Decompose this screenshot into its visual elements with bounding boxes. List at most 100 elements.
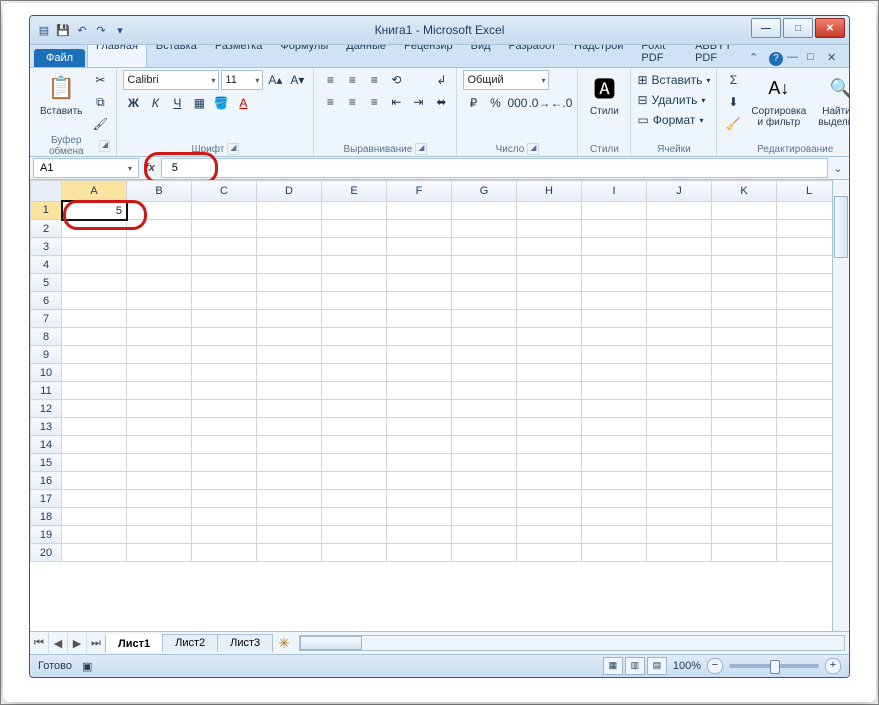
cell[interactable] xyxy=(647,400,712,418)
cell[interactable] xyxy=(582,346,647,364)
col-header[interactable]: E xyxy=(322,181,387,202)
cell[interactable] xyxy=(322,526,387,544)
cell[interactable] xyxy=(257,472,322,490)
cell[interactable] xyxy=(647,454,712,472)
cell[interactable] xyxy=(387,201,452,220)
cell[interactable] xyxy=(452,328,517,346)
cell[interactable] xyxy=(62,310,127,328)
cell[interactable] xyxy=(257,238,322,256)
worksheet-grid[interactable]: ABCDEFGHIJKL1523456789101112131415161718… xyxy=(30,180,832,631)
find-select-button[interactable]: 🔍 Найти и выделить xyxy=(814,70,850,130)
cell[interactable] xyxy=(387,292,452,310)
cell[interactable] xyxy=(452,346,517,364)
row-header[interactable]: 6 xyxy=(31,292,62,310)
col-header[interactable]: J xyxy=(647,181,712,202)
cell[interactable] xyxy=(387,256,452,274)
sheet-nav-1[interactable]: ◀ xyxy=(49,633,68,653)
cell[interactable] xyxy=(712,346,777,364)
cell[interactable] xyxy=(192,382,257,400)
cell[interactable] xyxy=(712,201,777,220)
cell[interactable] xyxy=(322,238,387,256)
cell[interactable] xyxy=(647,274,712,292)
copy-button[interactable]: ⧉ xyxy=(90,92,110,112)
cell[interactable] xyxy=(127,508,192,526)
styles-button[interactable]: 🅰 Стили xyxy=(584,70,624,119)
cell[interactable] xyxy=(777,364,833,382)
cell[interactable] xyxy=(582,274,647,292)
cell[interactable] xyxy=(257,292,322,310)
cell[interactable] xyxy=(127,526,192,544)
align-right-button[interactable]: ≡ xyxy=(364,92,384,112)
cell[interactable] xyxy=(62,238,127,256)
clear-button[interactable]: 🧹 xyxy=(723,114,743,134)
cell[interactable] xyxy=(517,490,582,508)
cell[interactable] xyxy=(127,256,192,274)
cell[interactable] xyxy=(452,382,517,400)
horizontal-scrollbar[interactable] xyxy=(299,635,845,651)
row-header[interactable]: 2 xyxy=(31,220,62,238)
row-header[interactable]: 14 xyxy=(31,436,62,454)
cell[interactable] xyxy=(777,418,833,436)
cell[interactable] xyxy=(322,364,387,382)
align-middle-button[interactable]: ≡ xyxy=(342,70,362,90)
cell[interactable] xyxy=(257,364,322,382)
cell[interactable] xyxy=(517,201,582,220)
cell[interactable] xyxy=(192,508,257,526)
cell[interactable] xyxy=(62,526,127,544)
cell[interactable] xyxy=(192,454,257,472)
sort-filter-button[interactable]: A↓ Сортировка и фильтр xyxy=(747,70,810,130)
number-launcher[interactable]: ◢ xyxy=(527,143,539,155)
cell[interactable] xyxy=(517,418,582,436)
cell[interactable] xyxy=(322,328,387,346)
row-header[interactable]: 7 xyxy=(31,310,62,328)
zoom-level[interactable]: 100% xyxy=(673,660,701,672)
cell[interactable] xyxy=(777,472,833,490)
cell[interactable] xyxy=(517,274,582,292)
cell[interactable] xyxy=(127,418,192,436)
cell[interactable] xyxy=(322,346,387,364)
cell[interactable] xyxy=(452,400,517,418)
cell[interactable] xyxy=(452,292,517,310)
mdi-close-icon[interactable]: ✕ xyxy=(827,51,843,67)
cell[interactable] xyxy=(452,436,517,454)
cell[interactable] xyxy=(582,310,647,328)
cell[interactable] xyxy=(647,436,712,454)
sum-button[interactable]: Σ xyxy=(723,70,743,90)
formula-input[interactable]: 5 xyxy=(161,158,828,178)
cell[interactable] xyxy=(452,490,517,508)
cell[interactable] xyxy=(62,220,127,238)
cell[interactable] xyxy=(192,220,257,238)
cell[interactable] xyxy=(192,490,257,508)
cell[interactable] xyxy=(777,400,833,418)
underline-button[interactable]: Ч xyxy=(167,93,187,113)
cell[interactable] xyxy=(127,274,192,292)
cell[interactable] xyxy=(387,400,452,418)
align-bottom-button[interactable]: ≡ xyxy=(364,70,384,90)
cell[interactable] xyxy=(777,328,833,346)
cell[interactable] xyxy=(127,328,192,346)
row-header[interactable]: 1 xyxy=(31,201,62,220)
cell[interactable] xyxy=(517,292,582,310)
cell[interactable] xyxy=(62,508,127,526)
format-painter-button[interactable]: 🖌 xyxy=(90,114,110,134)
format-cells-button[interactable]: ▭Формат▾ xyxy=(637,110,703,130)
cell[interactable] xyxy=(517,328,582,346)
cell[interactable] xyxy=(647,418,712,436)
cell[interactable] xyxy=(257,382,322,400)
cell[interactable] xyxy=(712,220,777,238)
cell[interactable] xyxy=(192,274,257,292)
cell[interactable] xyxy=(582,454,647,472)
cell[interactable] xyxy=(777,292,833,310)
qat-customize-icon[interactable]: ▾ xyxy=(112,22,128,38)
col-header[interactable]: C xyxy=(192,181,257,202)
cell[interactable] xyxy=(322,454,387,472)
insert-cells-button[interactable]: ⊞Вставить▾ xyxy=(637,70,710,90)
cell[interactable] xyxy=(62,472,127,490)
cell[interactable] xyxy=(127,490,192,508)
sheet-nav-3[interactable]: ⏭ xyxy=(87,633,106,653)
cell[interactable] xyxy=(387,310,452,328)
cell[interactable] xyxy=(582,418,647,436)
cell[interactable] xyxy=(582,490,647,508)
window-maximize-button[interactable]: □ xyxy=(783,18,813,38)
mdi-restore-icon[interactable]: □ xyxy=(807,51,823,67)
